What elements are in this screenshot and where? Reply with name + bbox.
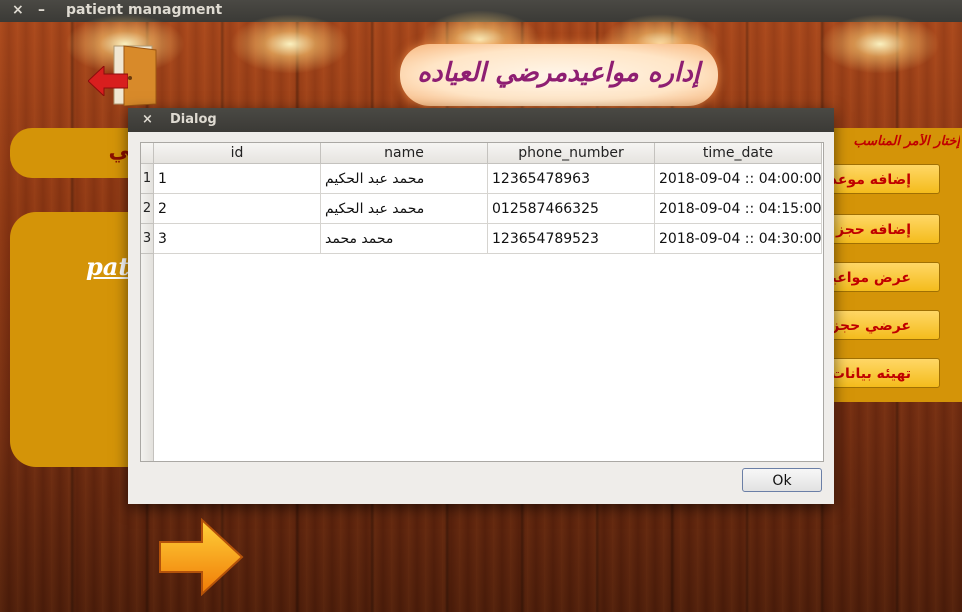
- back-arrow-icon[interactable]: [88, 66, 128, 96]
- table-cell-name[interactable]: محمد محمد: [321, 224, 488, 254]
- show-appointments-button[interactable]: عرض مواعيد: [820, 262, 940, 292]
- table-cell-name[interactable]: محمد عبد الحكيم: [321, 164, 488, 194]
- table-cell-name[interactable]: محمد عبد الحكيم: [321, 194, 488, 224]
- minimize-icon[interactable]: –: [38, 2, 45, 18]
- table-corner[interactable]: [141, 143, 154, 164]
- row-header[interactable]: 1: [141, 164, 154, 194]
- table-cell-time[interactable]: 2018-09-04 :: 04:30:00: [655, 224, 822, 254]
- table-cell-phone[interactable]: 12365478963: [488, 164, 655, 194]
- row-header-area: [141, 254, 154, 461]
- init-data-button[interactable]: تهيئه بيانات: [820, 358, 940, 388]
- column-header-time[interactable]: time_date: [655, 143, 822, 164]
- records-dialog: × Dialog id name phone_number time_date …: [128, 108, 834, 504]
- table-cell-id[interactable]: 3: [154, 224, 321, 254]
- table-cell-phone[interactable]: 012587466325: [488, 194, 655, 224]
- close-icon[interactable]: ×: [142, 112, 153, 127]
- header-title-panel: إداره مواعيدمرضي العياده: [400, 44, 718, 106]
- patient-link[interactable]: pat: [86, 252, 129, 281]
- ceiling-light: [230, 14, 350, 74]
- page-title: إداره مواعيدمرضي العياده: [417, 58, 700, 88]
- row-header[interactable]: 2: [141, 194, 154, 224]
- column-header-name[interactable]: name: [321, 143, 488, 164]
- ok-button[interactable]: Ok: [742, 468, 822, 492]
- records-table[interactable]: id name phone_number time_date 1 1 محمد …: [140, 142, 824, 462]
- table-cell-phone[interactable]: 123654789523: [488, 224, 655, 254]
- table-cell-time[interactable]: 2018-09-04 :: 04:00:00: [655, 164, 822, 194]
- command-heading: إختار الأمر المناسب: [853, 134, 960, 149]
- column-header-id[interactable]: id: [154, 143, 321, 164]
- dialog-titlebar: × Dialog: [128, 108, 834, 132]
- dialog-title: Dialog: [170, 112, 217, 127]
- table-cell-id[interactable]: 1: [154, 164, 321, 194]
- add-booking-button[interactable]: إضافه حجز: [820, 214, 940, 244]
- next-arrow-icon[interactable]: [158, 518, 244, 596]
- show-bookings-button[interactable]: عرضي حجز: [820, 310, 940, 340]
- table-cell-time[interactable]: 2018-09-04 :: 04:15:00: [655, 194, 822, 224]
- table-cell-id[interactable]: 2: [154, 194, 321, 224]
- row-header[interactable]: 3: [141, 224, 154, 254]
- column-header-phone[interactable]: phone_number: [488, 143, 655, 164]
- close-icon[interactable]: ×: [12, 2, 24, 18]
- add-appointment-button[interactable]: إضافه موعد: [820, 164, 940, 194]
- ceiling-light: [820, 14, 940, 74]
